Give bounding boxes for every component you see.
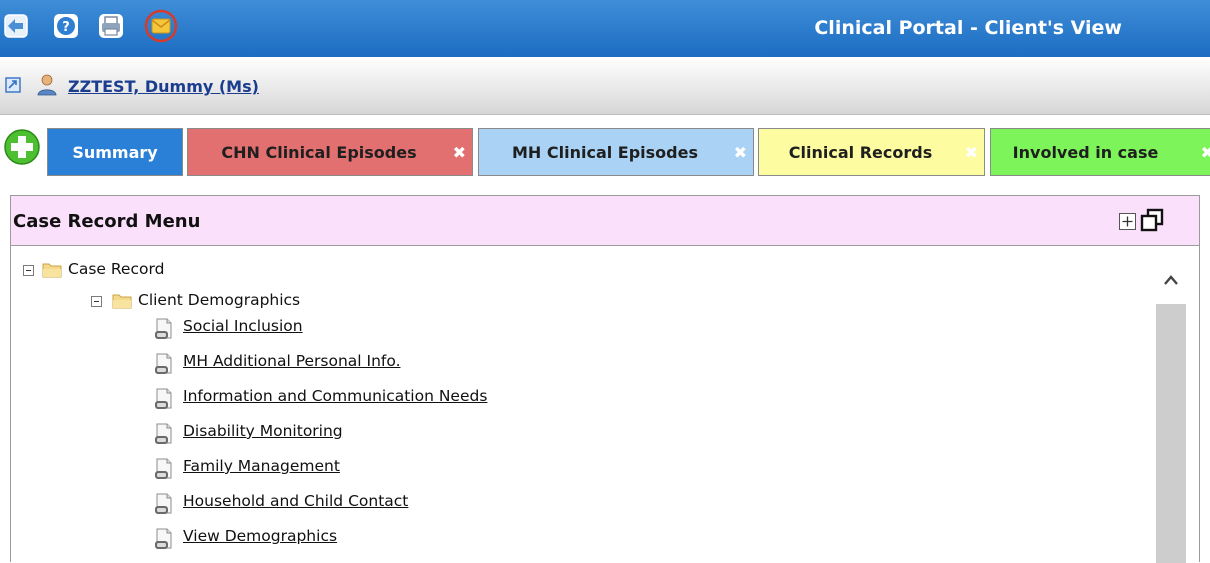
document-icon — [155, 493, 172, 514]
close-tab-icon[interactable]: ✖ — [965, 129, 978, 177]
panel-title: Case Record Menu — [13, 211, 201, 232]
patient-avatar-icon — [37, 74, 57, 96]
collapse-toggle-icon[interactable] — [23, 265, 34, 276]
patient-bar: ZZTEST, Dummy (Ms) — [0, 57, 1210, 115]
scroll-up-icon[interactable] — [1163, 273, 1179, 287]
tree-item-label[interactable]: MH Additional Personal Info. — [183, 352, 401, 370]
tree-item-label[interactable]: Social Inclusion — [183, 317, 303, 335]
close-tab-icon[interactable]: ✖ — [1201, 129, 1210, 177]
print-icon[interactable] — [97, 12, 125, 40]
tab-label: Involved in case — [1012, 143, 1159, 162]
tab-bar: Summary CHN Clinical Episodes ✖ MH Clini… — [0, 124, 1210, 179]
collapse-toggle-icon[interactable] — [91, 296, 102, 307]
tab-clinical-records[interactable]: Clinical Records ✖ — [758, 128, 985, 176]
expand-window-icon[interactable] — [5, 77, 21, 93]
tab-label: Clinical Records — [788, 143, 933, 162]
tree-item-link[interactable]: Family Management — [183, 457, 340, 475]
tree-node-client-demographics[interactable]: Client Demographics — [138, 291, 300, 309]
folder-open-icon — [42, 263, 62, 278]
tab-label: MH Clinical Episodes — [511, 143, 698, 162]
tree-item-label[interactable]: Information and Communication Needs — [183, 387, 487, 405]
scroll-track[interactable] — [1156, 304, 1186, 563]
document-icon — [155, 423, 172, 444]
tree-item-link[interactable]: MH Additional Personal Info. — [183, 352, 401, 370]
svg-text:?: ? — [62, 20, 70, 35]
mail-icon[interactable] — [144, 9, 178, 43]
document-icon — [155, 353, 172, 374]
help-icon[interactable]: ? — [52, 12, 80, 40]
panel-header: Case Record Menu — [11, 196, 1199, 246]
document-icon — [155, 388, 172, 409]
vertical-scrollbar[interactable] — [1155, 246, 1187, 563]
title-bar: ? Clinical Portal - Client's View — [0, 0, 1210, 57]
close-tab-icon[interactable]: ✖ — [734, 129, 747, 177]
tree-node-case-record[interactable]: Case Record — [68, 260, 164, 278]
app-title: Clinical Portal - Client's View — [814, 17, 1122, 39]
tree-item-label[interactable]: Disability Monitoring — [183, 422, 343, 440]
tab-involved-in-case[interactable]: Involved in case ✖ — [990, 128, 1210, 176]
folder-open-icon — [112, 294, 132, 309]
tree-item-link[interactable]: Information and Communication Needs — [183, 387, 487, 405]
case-record-tree: Case Record Client Demographics Social I… — [11, 246, 1155, 563]
document-icon — [155, 458, 172, 479]
tree-item-label[interactable]: Household and Child Contact — [183, 492, 408, 510]
close-tab-icon[interactable]: ✖ — [453, 129, 466, 177]
back-arrow-icon[interactable] — [2, 12, 30, 40]
tree-item-label[interactable]: Family Management — [183, 457, 340, 475]
tree-item-link[interactable]: Social Inclusion — [183, 317, 303, 335]
document-icon — [155, 528, 172, 549]
tree-item-label[interactable]: View Demographics — [183, 527, 337, 545]
tab-mh-clinical-episodes[interactable]: MH Clinical Episodes ✖ — [478, 128, 754, 176]
case-record-menu-panel: Case Record Menu Case Record Client Demo… — [10, 195, 1200, 563]
tab-label: CHN Clinical Episodes — [221, 143, 417, 162]
tab-summary[interactable]: Summary — [47, 128, 183, 176]
add-tab-icon[interactable] — [3, 128, 41, 166]
tree-item-link[interactable]: Household and Child Contact — [183, 492, 408, 510]
tree-item-link[interactable]: View Demographics — [183, 527, 337, 545]
document-icon — [155, 318, 172, 339]
expand-all-icon[interactable] — [1119, 213, 1136, 230]
tab-label: Summary — [72, 143, 158, 162]
patient-name-link[interactable]: ZZTEST, Dummy (Ms) — [68, 77, 259, 96]
tab-chn-clinical-episodes[interactable]: CHN Clinical Episodes ✖ — [187, 128, 473, 176]
maximize-panel-icon[interactable] — [1140, 208, 1164, 232]
tree-item-link[interactable]: Disability Monitoring — [183, 422, 343, 440]
